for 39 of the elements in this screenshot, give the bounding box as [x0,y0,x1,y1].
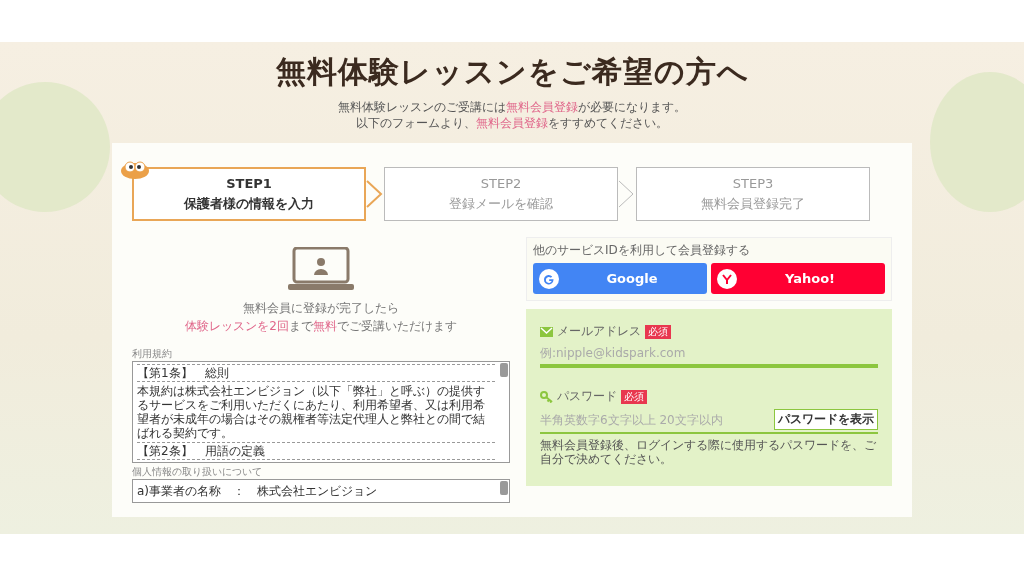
mail-icon [539,326,553,337]
google-icon [538,268,559,289]
field-label: メールアドレス [556,323,641,340]
highlighted-text: 無料 [312,319,337,333]
terms-paragraph: a)事業者の名称 ： 株式会社エンビジョン [137,484,379,498]
mascot-icon [120,159,150,179]
terms-heading: 【第1条】 総則 [137,364,495,382]
plain-text: 無料体験レッスンのご受講には [338,100,506,114]
scrollbar-thumb[interactable] [499,363,508,377]
plain-text: 以下のフォームより、 [356,116,476,130]
step-indicator: STEP2 登録メールを確認 [384,167,618,221]
key-icon [539,390,553,403]
social-login-title: 他のサービスIDを利用して会員登録する [532,242,751,259]
benefit-text: 無料会員に登録が完了したら [241,300,400,317]
scrollbar-thumb[interactable] [499,481,508,495]
plain-text: をすすめてください。 [548,116,668,130]
page-title: 無料体験レッスンをご希望の方へ [275,53,749,91]
show-password-button[interactable]: パスワードを表示 [774,409,878,430]
required-badge: 必須 [620,389,647,404]
plain-text: まで [288,319,313,333]
step-indicator: STEP1 保護者様の情報を入力 [132,167,366,221]
privacy-label: 個人情報の取り扱いについて [132,465,263,479]
highlighted-text: 無料会員登録 [506,100,578,114]
field-label: パスワード [556,388,617,405]
email-field[interactable]: 例:nipple@kidspark.com [539,344,878,362]
step-indicator: STEP3 無料会員登録完了 [636,167,870,221]
password-note: 無料会員登録後、ログインする際に使用するパスワードを、ご自分で決めてください。 [539,438,877,466]
google-login-button[interactable]: Google [532,263,707,294]
highlighted-text: 無料会員登録 [476,116,548,130]
yahoo-icon [717,268,737,289]
highlighted-text: 体験レッスンを2回 [185,319,289,333]
plain-text: でご受講いただけます [336,319,457,333]
terms-label: 利用規約 [132,347,173,361]
required-badge: 必須 [644,324,671,339]
terms-heading: 【第2条】 用語の定義 [137,442,495,460]
terms-paragraph: 本規約は株式会社エンビジョン（以下「弊社」と呼ぶ）の提供するサービスをご利用いただくにあたり、利用希望者、又は利用希望者が未成年の場合はその親権者等法定代理人と弊社との間で結ばれる契約です。 [137,384,486,440]
laptop-user-icon [288,247,354,291]
plain-text: が必要になります。 [578,100,686,114]
yahoo-login-button[interactable]: Yahoo! [711,263,885,294]
